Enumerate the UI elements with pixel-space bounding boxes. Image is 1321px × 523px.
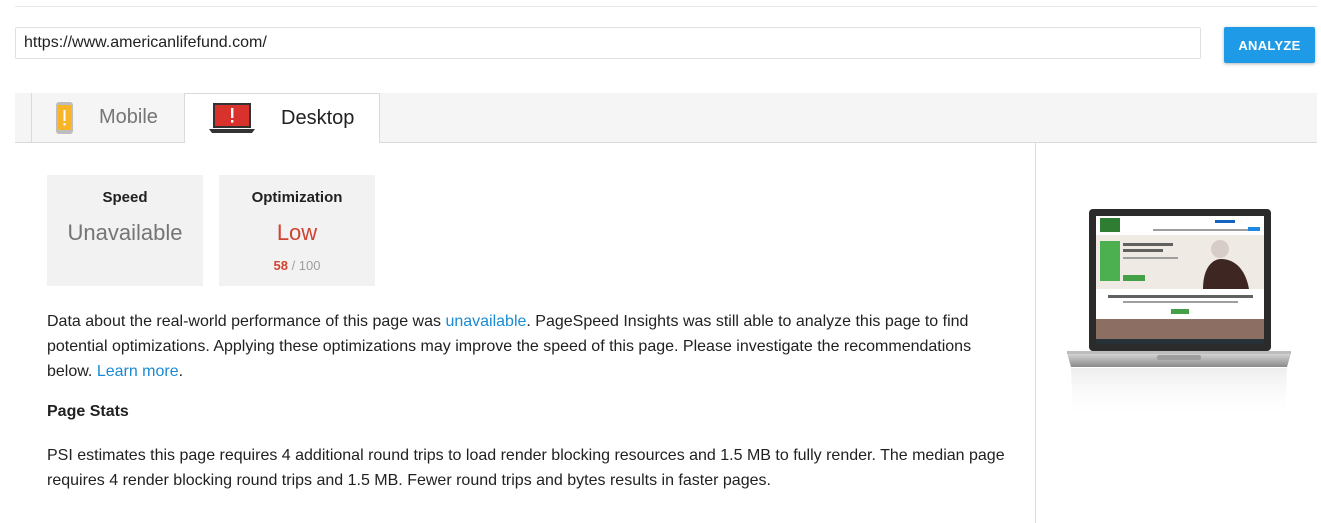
- learn-more-link[interactable]: Learn more: [97, 363, 179, 380]
- page-stats-paragraph: PSI estimates this page requires 4 addit…: [47, 447, 1005, 489]
- speed-score-card: Speed Unavailable: [47, 175, 203, 286]
- tab-desktop-label: Desktop: [281, 107, 355, 129]
- optimization-score-card: Optimization Low 58 / 100: [219, 175, 375, 286]
- mobile-phone-warning-icon: [56, 101, 73, 134]
- laptop-warning-icon: [209, 102, 255, 135]
- top-divider: [15, 6, 1317, 7]
- optimization-score-number: 58: [273, 258, 288, 273]
- intro-text-3: .: [178, 363, 184, 380]
- url-input[interactable]: [15, 27, 1201, 59]
- sidebar-divider: [1035, 143, 1036, 523]
- optimization-value: Low: [276, 220, 318, 245]
- tab-desktop[interactable]: Desktop: [184, 93, 380, 143]
- device-tabbar: Mobile Desktop: [15, 93, 1317, 143]
- unavailable-link[interactable]: unavailable: [445, 313, 526, 330]
- tab-mobile[interactable]: Mobile: [31, 93, 184, 142]
- optimization-score: 58 / 100: [219, 258, 375, 273]
- intro-paragraph: Data about the real-world performance of…: [47, 309, 1007, 384]
- optimization-title: Optimization: [251, 189, 343, 206]
- speed-title: Speed: [102, 189, 148, 206]
- speed-value: Unavailable: [67, 220, 183, 245]
- optimization-score-max: / 100: [291, 258, 321, 273]
- tab-mobile-label: Mobile: [99, 106, 158, 128]
- desktop-screenshot-preview: [1063, 205, 1295, 425]
- intro-text-1: Data about the real-world performance of…: [47, 313, 446, 330]
- page-stats-heading: Page Stats: [47, 403, 129, 420]
- analyze-button[interactable]: ANALYZE: [1224, 27, 1315, 63]
